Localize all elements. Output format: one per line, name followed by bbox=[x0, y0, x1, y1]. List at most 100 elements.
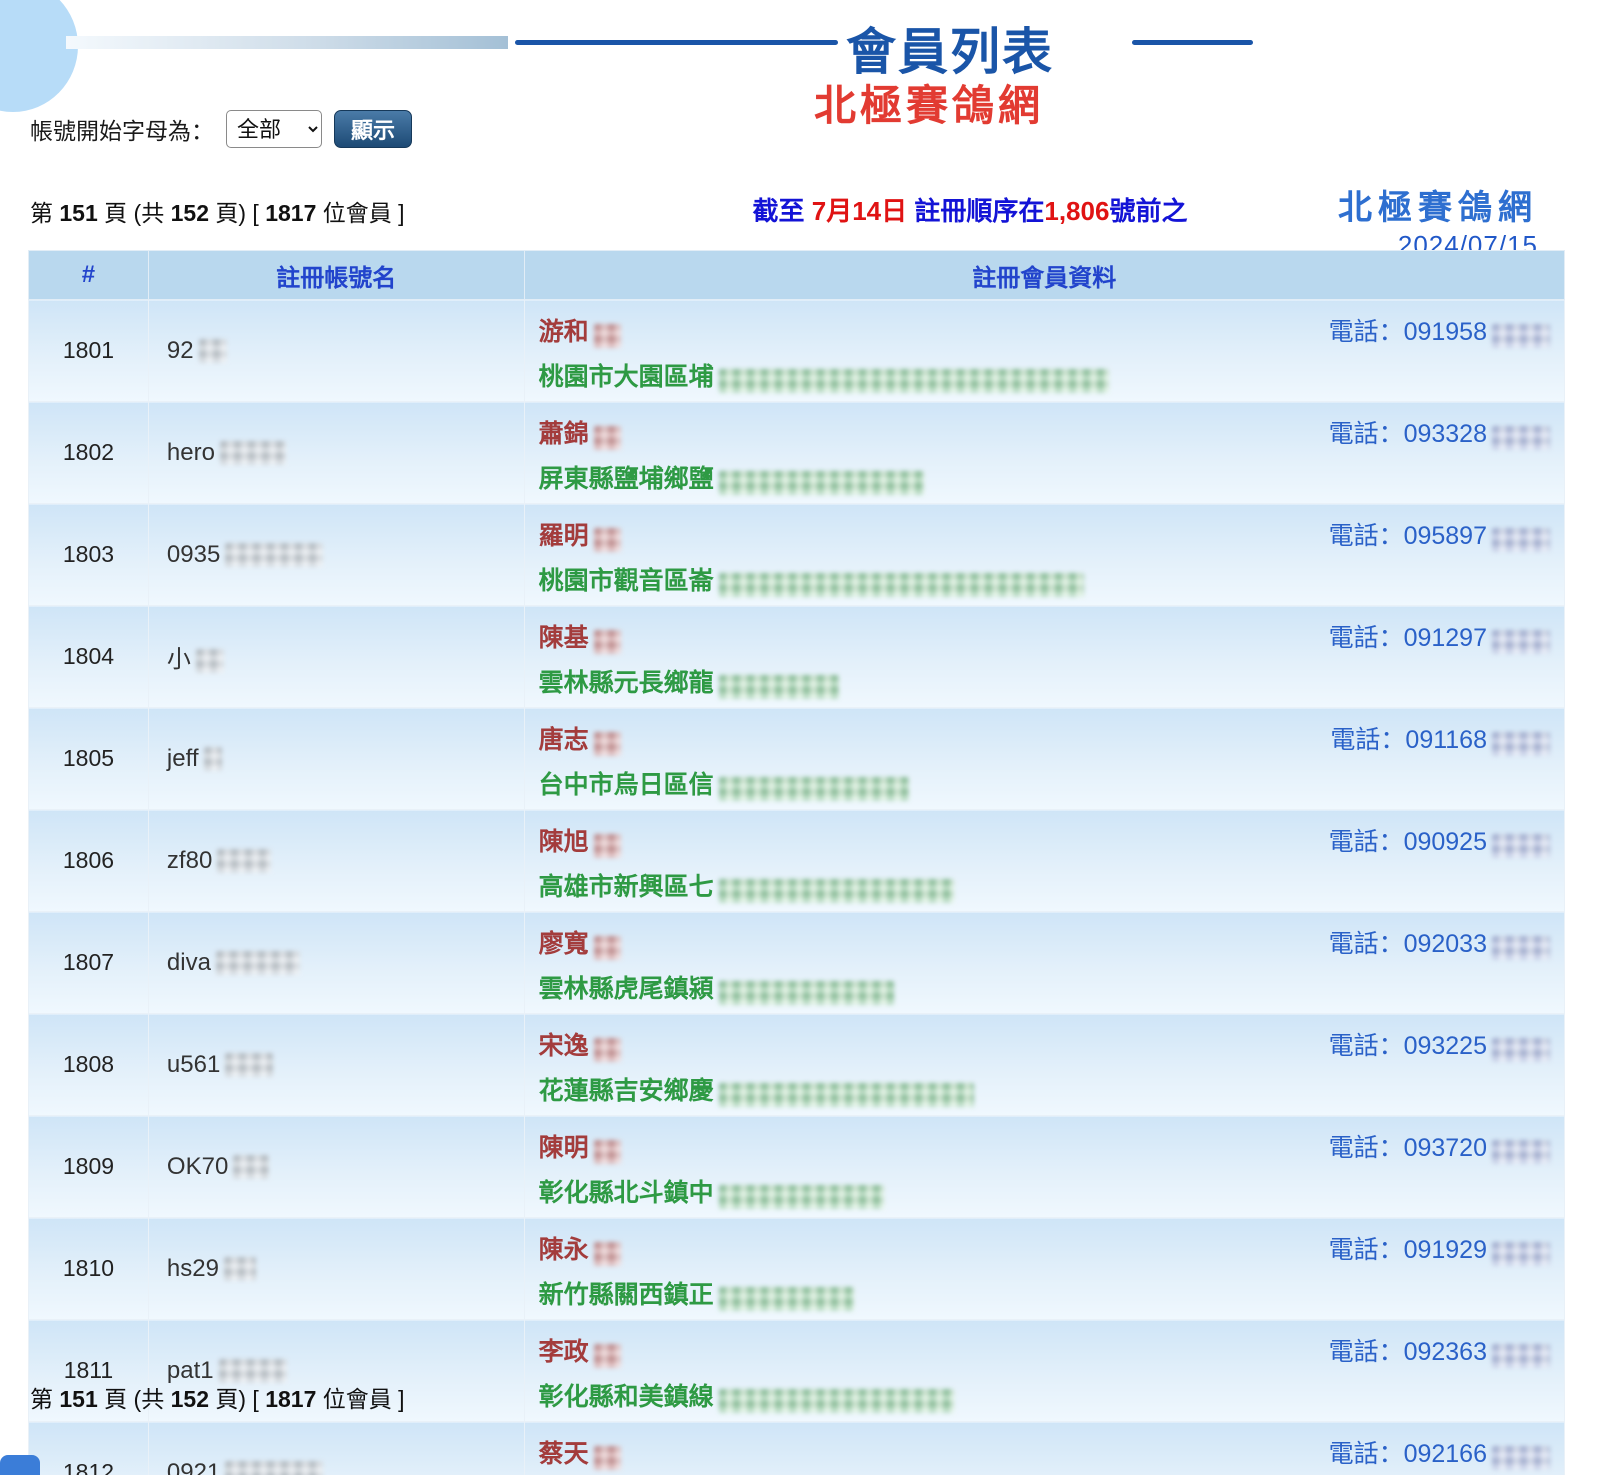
row-number: 1809 bbox=[29, 1116, 149, 1218]
show-button[interactable]: 顯示 bbox=[334, 110, 412, 148]
member-info-top-line: 廖寬 電話：092033 bbox=[539, 924, 1550, 960]
member-info-cell: 蔡天 電話：092166 雲林縣水林鄉灣 bbox=[524, 1422, 1564, 1475]
account-redacted bbox=[225, 1461, 323, 1475]
name-redacted bbox=[594, 1242, 621, 1266]
member-name-wrap: 羅明 bbox=[539, 516, 621, 552]
row-number: 1804 bbox=[29, 606, 149, 708]
phone-label: 電話：095897 bbox=[1329, 522, 1487, 550]
name-redacted bbox=[594, 1344, 621, 1368]
account-cell: diva bbox=[148, 912, 524, 1014]
member-phone-wrap: 電話：092166 bbox=[1329, 1434, 1550, 1470]
corner-widget[interactable] bbox=[0, 1455, 40, 1475]
row-number: 1810 bbox=[29, 1218, 149, 1320]
table-row: 1807 diva 廖寬 電話：092033 雲林縣虎尾鎮潁 bbox=[29, 912, 1565, 1014]
member-name: 廖寬 bbox=[539, 930, 589, 958]
member-phone-wrap: 電話：093720 bbox=[1329, 1128, 1550, 1164]
brand-logo-red: 北極賽鴿網 bbox=[788, 72, 1070, 133]
member-name: 唐志 bbox=[539, 726, 589, 754]
title-rule-right bbox=[1132, 40, 1253, 45]
pagination-text: 頁) [ bbox=[209, 1386, 265, 1412]
member-info-bottom-line: 花蓮縣吉安鄉慶 bbox=[539, 1071, 1550, 1107]
member-info-bottom-line: 彰化縣和美鎮線 bbox=[539, 1377, 1550, 1413]
table-header-row: # 註冊帳號名 註冊會員資料 bbox=[29, 251, 1565, 300]
account-text: 0921 bbox=[167, 1459, 220, 1475]
member-info-cell: 蕭錦 電話：093328 屏東縣鹽埔鄉鹽 bbox=[524, 402, 1564, 504]
member-name-wrap: 陳旭 bbox=[539, 822, 621, 858]
member-name: 羅明 bbox=[539, 522, 589, 550]
row-number: 1805 bbox=[29, 708, 149, 810]
address-redacted bbox=[719, 981, 894, 1005]
row-number: 1802 bbox=[29, 402, 149, 504]
member-address: 彰化縣和美鎮線 bbox=[539, 1383, 714, 1411]
member-info-top-line: 蔡天 電話：092166 bbox=[539, 1434, 1550, 1470]
member-phone-wrap: 電話：091929 bbox=[1329, 1230, 1550, 1266]
member-info-cell: 陳永 電話：091929 新竹縣關西鎮正 bbox=[524, 1218, 1564, 1320]
member-info-cell: 陳明 電話：093720 彰化縣北斗鎮中 bbox=[524, 1116, 1564, 1218]
letter-filter-select[interactable]: 全部 bbox=[226, 110, 322, 148]
member-info-bottom-line: 桃園市大園區埔 bbox=[539, 357, 1550, 393]
account-cell: 小 bbox=[148, 606, 524, 708]
member-name: 陳明 bbox=[539, 1134, 589, 1162]
table-row: 1803 0935 羅明 電話：095897 桃園市觀音區崙 bbox=[29, 504, 1565, 606]
phone-redacted bbox=[1492, 732, 1550, 756]
address-redacted bbox=[719, 675, 839, 699]
member-phone-wrap: 電話：091297 bbox=[1329, 618, 1550, 654]
phone-redacted bbox=[1492, 528, 1550, 552]
member-info-bottom-line: 雲林縣虎尾鎮潁 bbox=[539, 969, 1550, 1005]
account-redacted bbox=[199, 339, 227, 363]
phone-label: 電話：092033 bbox=[1329, 930, 1487, 958]
header-account: 註冊帳號名 bbox=[148, 251, 524, 300]
total-pages-number: 152 bbox=[171, 1386, 209, 1412]
notice-text: 號前之 bbox=[1109, 196, 1187, 226]
account-cell: hero bbox=[148, 402, 524, 504]
member-name: 宋逸 bbox=[539, 1032, 589, 1060]
member-info-top-line: 陳基 電話：091297 bbox=[539, 618, 1550, 654]
name-redacted bbox=[594, 1140, 621, 1164]
name-redacted bbox=[594, 936, 621, 960]
phone-redacted bbox=[1492, 1344, 1550, 1368]
announcement-line-1: 截至 7月14日 註冊順序在1,806號前之 bbox=[660, 196, 1280, 227]
member-info-bottom-line: 彰化縣北斗鎮中 bbox=[539, 1173, 1550, 1209]
account-redacted bbox=[224, 1257, 256, 1281]
member-address: 屏東縣鹽埔鄉鹽 bbox=[539, 465, 714, 493]
address-redacted bbox=[719, 573, 1084, 597]
table-row: 1801 92 游和 電話：091958 桃園市大園區埔 bbox=[29, 300, 1565, 402]
row-number: 1807 bbox=[29, 912, 149, 1014]
account-text: 92 bbox=[167, 337, 194, 364]
filter-label: 帳號開始字母為： bbox=[30, 112, 214, 146]
phone-label: 電話：093225 bbox=[1329, 1032, 1487, 1060]
pagination-text: 頁 (共 bbox=[98, 200, 171, 226]
row-number: 1803 bbox=[29, 504, 149, 606]
account-text: OK70 bbox=[167, 1153, 228, 1180]
current-page-number: 151 bbox=[59, 1386, 97, 1412]
header-number: # bbox=[29, 251, 149, 300]
address-redacted bbox=[719, 879, 954, 903]
address-redacted bbox=[719, 777, 909, 801]
account-cell: OK70 bbox=[148, 1116, 524, 1218]
member-info-top-line: 陳永 電話：091929 bbox=[539, 1230, 1550, 1266]
account-redacted bbox=[217, 849, 271, 873]
member-info-top-line: 陳明 電話：093720 bbox=[539, 1128, 1550, 1164]
member-info-bottom-line: 桃園市觀音區崙 bbox=[539, 561, 1550, 597]
member-name-wrap: 陳基 bbox=[539, 618, 621, 654]
member-phone-wrap: 電話：092033 bbox=[1329, 924, 1550, 960]
row-number: 1808 bbox=[29, 1014, 149, 1116]
member-name-wrap: 陳明 bbox=[539, 1128, 621, 1164]
account-text: 0935 bbox=[167, 541, 220, 568]
member-table-body: 1801 92 游和 電話：091958 桃園市大園區埔 1802 hero 蕭… bbox=[29, 300, 1565, 1475]
member-info-top-line: 游和 電話：091958 bbox=[539, 312, 1550, 348]
account-redacted bbox=[225, 543, 323, 567]
account-cell: jeff bbox=[148, 708, 524, 810]
table-row: 1812 0921 蔡天 電話：092166 雲林縣水林鄉灣 bbox=[29, 1422, 1565, 1475]
pagination-text: 第 bbox=[30, 1386, 59, 1412]
member-info-top-line: 陳旭 電話：090925 bbox=[539, 822, 1550, 858]
phone-label: 電話：091297 bbox=[1329, 624, 1487, 652]
member-info-cell: 游和 電話：091958 桃園市大園區埔 bbox=[524, 300, 1564, 402]
member-phone-wrap: 電話：093225 bbox=[1329, 1026, 1550, 1062]
corner-circle-decoration bbox=[0, 0, 78, 112]
phone-redacted bbox=[1492, 936, 1550, 960]
member-address: 雲林縣元長鄉龍 bbox=[539, 669, 714, 697]
member-name-wrap: 蔡天 bbox=[539, 1434, 621, 1470]
table-row: 1804 小 陳基 電話：091297 雲林縣元長鄉龍 bbox=[29, 606, 1565, 708]
member-address: 新竹縣關西鎮正 bbox=[539, 1281, 714, 1309]
